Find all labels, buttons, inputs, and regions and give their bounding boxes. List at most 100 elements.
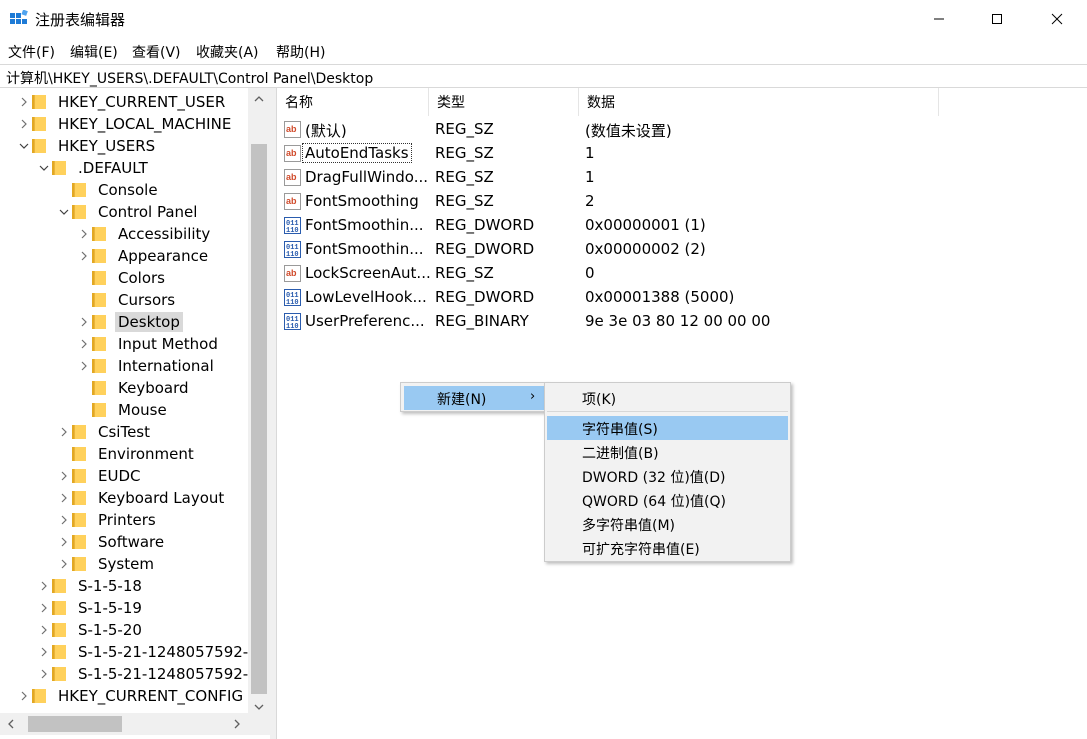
expand-chevron-icon[interactable] [36,641,52,663]
folder-icon [72,425,88,439]
tree-node-label: .DEFAULT [78,159,148,177]
expand-chevron-icon[interactable] [16,685,32,707]
address-bar[interactable]: 计算机\HKEY_USERS\.DEFAULT\Control Panel\De… [0,64,1087,88]
tree-horizontal-scrollbar[interactable] [0,713,270,735]
value-row[interactable]: ab FontSmoothing REG_SZ 2 [277,189,977,213]
tree-node[interactable]: Software [56,531,167,553]
svg-text:ab: ab [286,196,297,206]
tree-node[interactable]: Keyboard [76,377,192,399]
chevron-placeholder [56,179,72,201]
tree-node[interactable]: S-1-5-18 [36,575,145,597]
collapse-chevron-icon[interactable] [56,201,72,223]
tree-node[interactable]: Keyboard Layout [56,487,227,509]
tree-node[interactable]: S-1-5-21-1248057592-4 [36,663,261,685]
tree-node[interactable]: HKEY_USERS [16,135,158,157]
tree-node[interactable]: Colors [76,267,168,289]
tree-node[interactable]: Cursors [76,289,178,311]
tree-node[interactable]: Control Panel [56,201,200,223]
tree-node[interactable]: EUDC [56,465,143,487]
submenu-string-value[interactable]: 字符串值(S) [547,416,788,440]
value-row[interactable]: ab AutoEndTasks REG_SZ 1 [277,141,977,165]
value-data: 1 [585,144,595,162]
tree-node[interactable]: International [76,355,217,377]
expand-chevron-icon[interactable] [36,597,52,619]
menu-edit[interactable]: 编辑(E) [70,42,118,62]
expand-chevron-icon[interactable] [16,113,32,135]
close-button[interactable] [1028,0,1086,38]
expand-chevron-icon[interactable] [76,223,92,245]
submenu-binary-value[interactable]: 二进制值(B) [547,440,788,464]
tree-node-label: S-1-5-20 [78,621,142,639]
value-row[interactable]: ab DragFullWindo... REG_SZ 1 [277,165,977,189]
tree-node[interactable]: .DEFAULT [36,157,151,179]
tree-node[interactable]: Desktop [76,311,183,333]
value-row[interactable]: ab (默认) REG_SZ (数值未设置) [277,117,977,141]
collapse-chevron-icon[interactable] [36,157,52,179]
expand-chevron-icon[interactable] [36,575,52,597]
column-type[interactable]: 类型 [429,88,579,116]
tree-node[interactable]: S-1-5-20 [36,619,145,641]
column-name[interactable]: 名称 [277,88,429,116]
scroll-thumb[interactable] [28,716,122,732]
tree-node[interactable]: HKEY_CURRENT_USER [16,91,228,113]
value-row[interactable]: 011 110 FontSmoothin... REG_DWORD 0x00000002… [277,237,977,261]
tree-node[interactable]: HKEY_LOCAL_MACHINE [16,113,234,135]
tree-node[interactable]: S-1-5-21-1248057592-4 [36,641,261,663]
scroll-thumb[interactable] [251,144,267,694]
tree-node-label: Software [98,533,165,551]
collapse-chevron-icon[interactable] [16,135,32,157]
menu-favorites[interactable]: 收藏夹(A) [196,42,259,62]
scroll-left-button[interactable] [0,713,22,735]
menu-help[interactable]: 帮助(H) [276,42,325,62]
tree-node-label: Console [98,181,158,199]
tree-node[interactable]: Accessibility [76,223,213,245]
tree-vertical-scrollbar[interactable] [248,88,270,718]
column-data[interactable]: 数据 [579,88,939,116]
value-row[interactable]: 011 110 LowLevelHook... REG_DWORD 0x00001388… [277,285,977,309]
expand-chevron-icon[interactable] [36,619,52,641]
expand-chevron-icon[interactable] [36,663,52,685]
scroll-right-button[interactable] [226,713,248,735]
value-row[interactable]: 011 110 UserPreferenc... REG_BINARY 9e 3e 03… [277,309,977,333]
tree-node[interactable]: Environment [56,443,197,465]
tree-node[interactable]: Mouse [76,399,170,421]
menu-file[interactable]: 文件(F) [8,42,55,62]
tree-node[interactable]: System [56,553,157,575]
tree-node[interactable]: CsiTest [56,421,153,443]
expand-chevron-icon[interactable] [76,245,92,267]
value-row[interactable]: ab LockScreenAut... REG_SZ 0 [277,261,977,285]
value-row[interactable]: 011 110 FontSmoothin... REG_DWORD 0x00000001… [277,213,977,237]
tree-node[interactable]: Input Method [76,333,221,355]
tree-node[interactable]: HKEY_CURRENT_CONFIG [16,685,246,707]
tree-node[interactable]: S-1-5-19 [36,597,145,619]
expand-chevron-icon[interactable] [56,531,72,553]
expand-chevron-icon[interactable] [76,311,92,333]
expand-chevron-icon[interactable] [56,553,72,575]
submenu-key[interactable]: 项(K) [547,386,788,410]
minimize-button[interactable] [910,0,968,38]
tree-node[interactable]: Console [56,179,161,201]
expand-chevron-icon[interactable] [76,355,92,377]
scroll-up-button[interactable] [248,88,270,110]
tree-node-label: Control Panel [98,203,198,221]
expand-chevron-icon[interactable] [76,333,92,355]
tree-node-label: Appearance [118,247,209,265]
submenu-dword-value[interactable]: DWORD (32 位)值(D) [547,464,788,488]
submenu-expandable-string-value[interactable]: 可扩充字符串值(E) [547,536,788,560]
tree-node[interactable]: Printers [56,509,159,531]
expand-chevron-icon[interactable] [56,509,72,531]
expand-chevron-icon[interactable] [56,465,72,487]
tree-node-label: Desktop [115,312,183,332]
expand-chevron-icon[interactable] [16,91,32,113]
value-type: REG_SZ [435,168,494,186]
submenu-qword-value[interactable]: QWORD (64 位)值(Q) [547,488,788,512]
expand-chevron-icon[interactable] [56,487,72,509]
folder-icon [32,95,48,109]
expand-chevron-icon[interactable] [56,421,72,443]
tree-node[interactable]: Appearance [76,245,211,267]
tree-node-label: Cursors [118,291,176,309]
menu-view[interactable]: 查看(V) [132,42,181,62]
context-menu-new[interactable]: 新建(N) › [404,386,544,410]
maximize-button[interactable] [968,0,1026,38]
submenu-multi-string-value[interactable]: 多字符串值(M) [547,512,788,536]
